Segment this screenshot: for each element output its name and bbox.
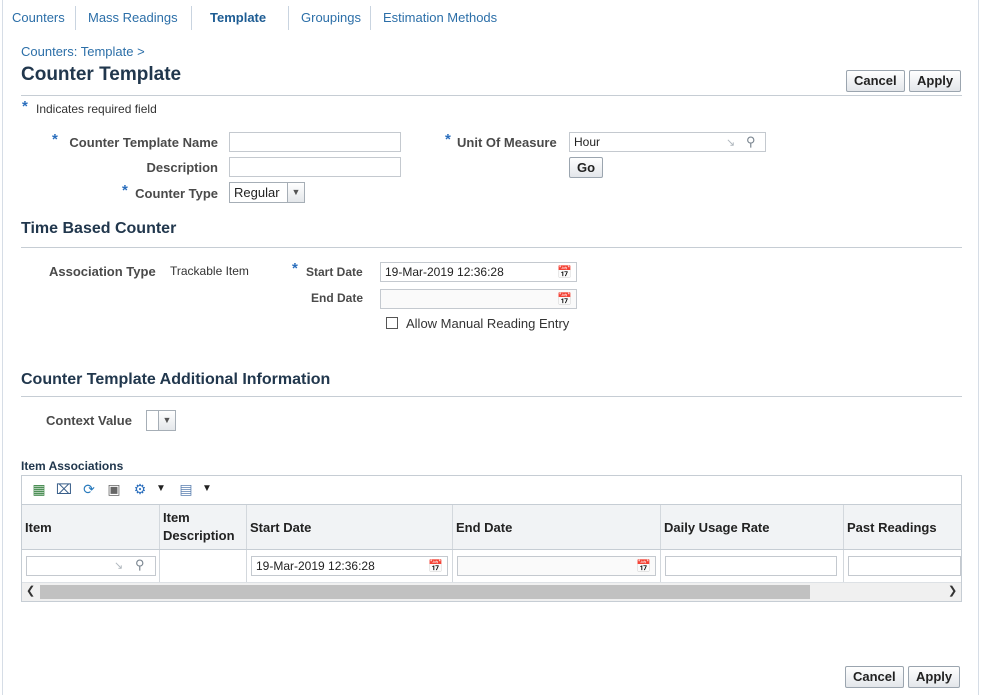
title-divider <box>21 95 962 96</box>
search-icon[interactable]: ⚲ <box>746 133 756 151</box>
refresh-icon[interactable]: ⟳ <box>80 480 98 498</box>
column-header-start-date[interactable]: Start Date <box>247 505 452 549</box>
required-star: * <box>292 260 298 277</box>
row-start-date-value: 19-Mar-2019 12:36:28 <box>256 559 375 573</box>
required-star: * <box>122 182 128 199</box>
table-header: Item Item Description Start Date End Dat… <box>22 504 961 550</box>
column-divider <box>843 550 844 582</box>
context-value-label: Context Value <box>46 413 132 428</box>
table-row: ↘ ⚲ 19-Mar-2019 12:36:28 📅 📅 <box>22 550 961 583</box>
section-divider <box>21 396 962 397</box>
column-divider <box>660 550 661 582</box>
chevron-down-icon: ▼ <box>287 183 304 202</box>
column-header-item-description[interactable]: Item Description <box>160 505 246 549</box>
breadcrumb[interactable]: Counters: Template > <box>21 44 145 59</box>
tab-template[interactable]: Template <box>210 10 266 25</box>
column-divider <box>159 550 160 582</box>
calendar-icon[interactable]: 📅 <box>428 557 443 575</box>
start-date-label: Start Date <box>306 265 363 279</box>
tab-groupings[interactable]: Groupings <box>301 10 361 25</box>
row-end-date-input[interactable] <box>457 556 656 576</box>
counter-template-name-label: Counter Template Name <box>69 135 218 150</box>
association-type-label: Association Type <box>49 264 156 279</box>
tab-counters[interactable]: Counters <box>12 10 65 25</box>
item-associations-heading: Item Associations <box>21 459 124 473</box>
required-note: Indicates required field <box>36 102 157 116</box>
table-toolbar: ▦ ⌧ ⟳ ▣ ⚙ ▼ ▤ ▼ <box>22 476 961 504</box>
tab-divider <box>370 6 371 30</box>
allow-manual-reading-label: Allow Manual Reading Entry <box>406 316 570 331</box>
column-divider <box>452 550 453 582</box>
chevron-down-icon[interactable]: ▼ <box>198 480 216 498</box>
counter-template-name-input[interactable] <box>229 132 401 152</box>
start-date-value: 19-Mar-2019 12:36:28 <box>385 265 504 279</box>
tab-divider <box>75 6 76 30</box>
export-icon[interactable]: ▣ <box>105 480 123 498</box>
section-divider <box>21 247 962 248</box>
context-value-select[interactable]: ▼ <box>146 410 176 431</box>
past-readings-input[interactable] <box>848 556 961 576</box>
column-header-past-readings[interactable]: Past Readings <box>844 505 961 549</box>
calendar-icon[interactable]: 📅 <box>636 557 651 575</box>
page-title: Counter Template <box>21 64 182 85</box>
clear-icon[interactable]: ↘ <box>726 134 735 152</box>
scrollbar-thumb[interactable] <box>40 585 810 599</box>
start-date-input[interactable]: 19-Mar-2019 12:36:28 <box>380 262 577 282</box>
item-associations-table: ▦ ⌧ ⟳ ▣ ⚙ ▼ ▤ ▼ Item Item Description St… <box>21 475 962 602</box>
calendar-icon[interactable]: 📅 <box>557 263 572 281</box>
additional-info-heading: Counter Template Additional Information <box>21 371 331 388</box>
calendar-icon[interactable]: 📅 <box>557 290 572 308</box>
description-input[interactable] <box>229 157 401 177</box>
end-date-label: End Date <box>311 291 364 305</box>
row-start-date-input[interactable]: 19-Mar-2019 12:36:28 <box>251 556 448 576</box>
detach-icon[interactable]: ⌧ <box>55 480 73 498</box>
end-date-input[interactable] <box>380 289 577 309</box>
column-header-end-date[interactable]: End Date <box>453 505 660 549</box>
column-divider <box>246 550 247 582</box>
required-star: * <box>445 131 451 148</box>
counter-type-value: Regular <box>234 185 280 200</box>
cancel-button-bottom[interactable]: Cancel <box>845 666 904 688</box>
column-header-item[interactable]: Item <box>22 505 159 549</box>
clear-icon[interactable]: ↘ <box>114 557 123 575</box>
apply-button-bottom[interactable]: Apply <box>908 666 961 688</box>
columns-icon[interactable]: ▤ <box>177 480 195 498</box>
daily-usage-rate-input[interactable] <box>665 556 837 576</box>
cancel-button-top[interactable]: Cancel <box>846 70 905 92</box>
chevron-down-icon[interactable]: ▼ <box>152 480 170 498</box>
required-star: * <box>52 131 58 148</box>
counter-type-select[interactable]: Regular ▼ <box>229 182 305 203</box>
apply-button-top[interactable]: Apply <box>909 70 962 92</box>
scroll-left-icon[interactable]: ❮ <box>26 584 35 597</box>
unit-of-measure-label: Unit Of Measure <box>457 135 557 150</box>
go-button[interactable]: Go <box>569 157 604 178</box>
unit-of-measure-input[interactable]: Hour <box>569 132 766 152</box>
add-row-icon[interactable]: ▦ <box>30 480 48 498</box>
horizontal-scrollbar[interactable]: ❮ ❯ <box>22 583 961 601</box>
settings-icon[interactable]: ⚙ <box>131 480 149 498</box>
scroll-right-icon[interactable]: ❯ <box>948 584 957 597</box>
description-label: Description <box>146 160 218 175</box>
unit-of-measure-value: Hour <box>574 135 601 149</box>
counter-type-label: Counter Type <box>135 186 218 201</box>
column-header-daily-usage-rate[interactable]: Daily Usage Rate <box>661 505 843 549</box>
search-icon[interactable]: ⚲ <box>135 556 145 574</box>
time-based-heading: Time Based Counter <box>21 220 177 237</box>
required-star: * <box>22 98 28 115</box>
allow-manual-reading-checkbox[interactable] <box>386 317 398 329</box>
tab-mass-readings[interactable]: Mass Readings <box>88 10 178 25</box>
tab-divider <box>288 6 289 30</box>
tab-estimation-methods[interactable]: Estimation Methods <box>383 10 497 25</box>
tab-divider <box>191 6 192 30</box>
association-type-value: Trackable Item <box>170 264 249 278</box>
chevron-down-icon: ▼ <box>158 411 175 430</box>
